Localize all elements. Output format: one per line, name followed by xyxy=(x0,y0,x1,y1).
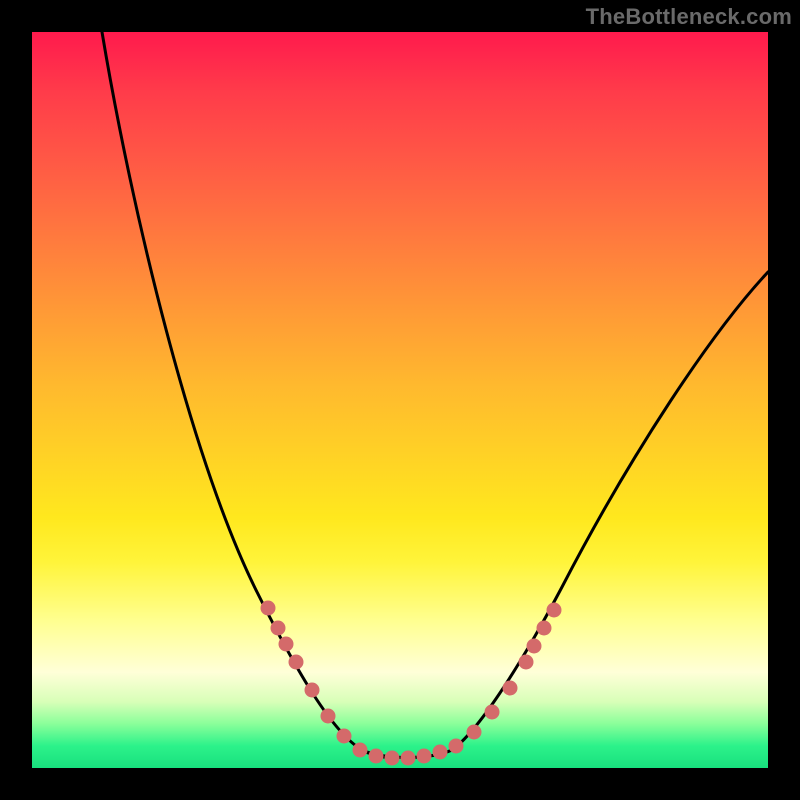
data-point xyxy=(527,639,542,654)
data-point xyxy=(467,725,482,740)
data-point xyxy=(369,749,384,764)
data-point xyxy=(305,683,320,698)
data-point xyxy=(321,709,336,724)
plot-area xyxy=(32,32,768,768)
data-point xyxy=(537,621,552,636)
data-point xyxy=(271,621,286,636)
data-point xyxy=(547,603,562,618)
data-point xyxy=(503,681,518,696)
outer-frame: TheBottleneck.com xyxy=(0,0,800,800)
data-point xyxy=(401,751,416,766)
chart-svg xyxy=(32,32,768,768)
data-point xyxy=(337,729,352,744)
watermark-text: TheBottleneck.com xyxy=(586,4,792,30)
data-point xyxy=(485,705,500,720)
data-point xyxy=(385,751,400,766)
curve-right xyxy=(452,272,768,750)
data-point xyxy=(261,601,276,616)
data-point xyxy=(433,745,448,760)
data-point xyxy=(289,655,304,670)
curve-left xyxy=(102,32,398,758)
data-point xyxy=(449,739,464,754)
data-point xyxy=(519,655,534,670)
data-point xyxy=(279,637,294,652)
data-point xyxy=(417,749,432,764)
data-point xyxy=(353,743,368,758)
